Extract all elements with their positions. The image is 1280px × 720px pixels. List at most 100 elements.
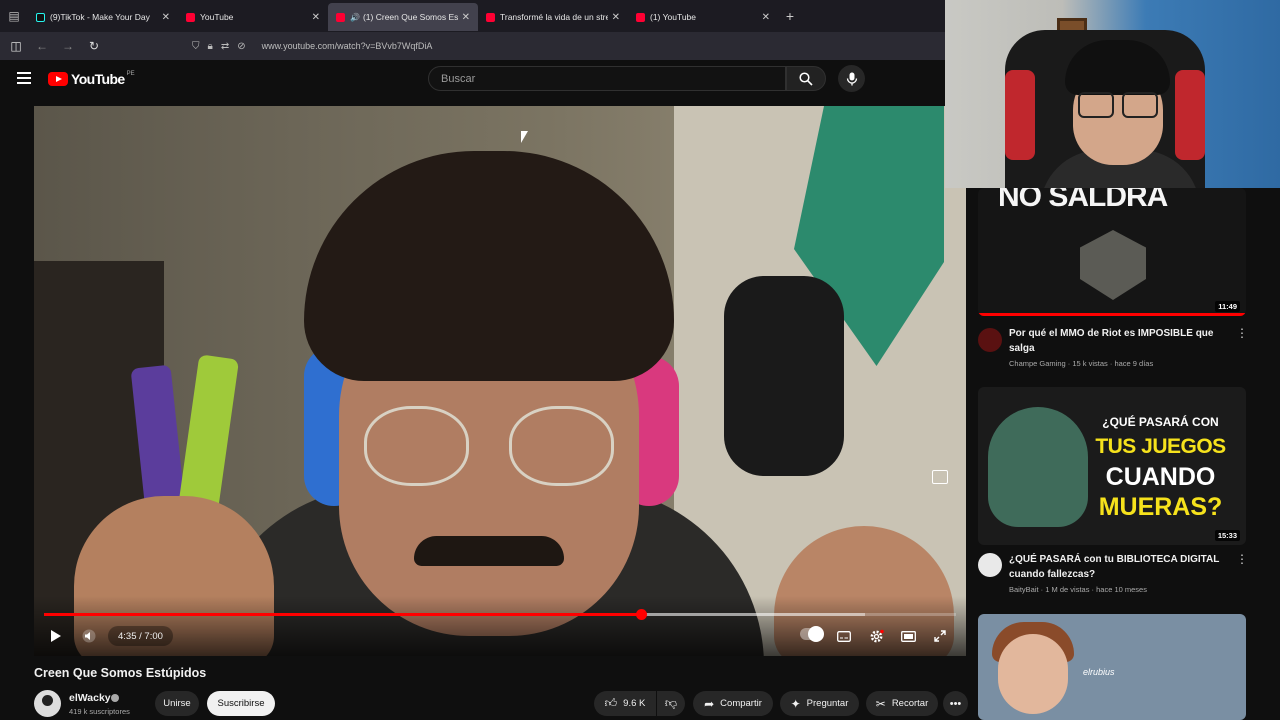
recommendation-item[interactable]: elrubius — [978, 614, 1268, 720]
more-vertical-icon[interactable]: ⋮ — [1236, 552, 1248, 566]
progress-bar[interactable] — [44, 609, 956, 620]
more-actions-button[interactable]: ••• — [943, 691, 968, 716]
forward-arrow-icon[interactable]: → — [60, 38, 76, 54]
search-button[interactable] — [786, 66, 826, 91]
autoplay-toggle[interactable] — [800, 626, 824, 642]
subscriber-count: 419 k suscriptores — [69, 707, 130, 716]
youtube-header: YouTube PE Buscar — [0, 60, 945, 102]
video-frame-glasses — [364, 406, 614, 486]
youtube-icon — [636, 12, 645, 22]
youtube-logo[interactable]: YouTube PE — [48, 71, 135, 87]
lock-icon[interactable]: 🔒︎ — [208, 41, 213, 52]
thumbnail-person-face — [998, 634, 1068, 714]
close-icon[interactable]: ✕ — [312, 12, 320, 23]
browser-tab-youtube[interactable]: YouTube ✕ — [178, 3, 328, 31]
thumbnail-emblem — [1080, 230, 1146, 300]
recommendation-title[interactable]: Por qué el MMO de Riot es IMPOSIBLE que … — [1009, 326, 1234, 356]
shield-icon[interactable]: ⛉ — [192, 41, 200, 52]
sidebar-toggle-icon[interactable]: ◫ — [8, 38, 24, 54]
thumbs-down-icon: 👎︎ — [664, 696, 678, 710]
back-arrow-icon[interactable]: ← — [34, 38, 50, 54]
tab-label: (9)TikTok - Make Your Day — [50, 12, 150, 22]
settings-button[interactable] — [866, 626, 886, 646]
scissors-icon: ✂ — [875, 696, 886, 711]
tab-list-icon[interactable]: ▤ — [0, 0, 28, 32]
recommendation-title[interactable]: ¿QUÉ PASARÁ con tu BIBLIOTECA DIGITAL cu… — [1009, 552, 1234, 582]
volume-button[interactable] — [78, 626, 100, 646]
volume-icon — [82, 629, 96, 643]
reload-icon[interactable]: ↻ — [86, 38, 102, 54]
search-placeholder: Buscar — [441, 73, 476, 85]
video-thumbnail[interactable]: elrubius — [978, 614, 1246, 720]
theater-icon — [900, 630, 916, 642]
screen: ▤ (9)TikTok - Make Your Day ✕ YouTube ✕ … — [0, 0, 1280, 720]
more-vertical-icon[interactable]: ⋮ — [1236, 326, 1248, 340]
share-button[interactable]: ➦ Compartir — [693, 691, 773, 716]
recommendation-item[interactable]: NO SALDRA 11:49 Por qué el MMO de Riot e… — [978, 188, 1268, 378]
thumbnail-skull — [988, 407, 1088, 527]
thumbnail-text: CUANDO — [1105, 463, 1216, 491]
logo-text: YouTube — [71, 71, 125, 87]
video-thumbnail[interactable]: NO SALDRA 11:49 — [978, 188, 1246, 316]
played-bar — [44, 613, 642, 616]
channel-avatar[interactable] — [34, 690, 61, 717]
video-thumbnail[interactable]: ¿QUÉ PASARÁ CON TUS JUEGOS CUANDO MUERAS… — [978, 387, 1246, 545]
controls-gradient — [34, 596, 966, 656]
subtitles-button[interactable] — [834, 626, 854, 646]
dislike-button[interactable]: 👎︎ — [657, 691, 685, 716]
browser-nav-bar: ◫ ← → ↻ ⛉ 🔒︎ ⇄ ⊘ www.youtube.com/watch?v… — [0, 32, 945, 60]
microphone-icon — [846, 72, 857, 85]
channel-name[interactable]: elWacky — [69, 692, 111, 704]
share-icon: ➦ — [704, 696, 715, 711]
voice-search-button[interactable] — [838, 65, 865, 92]
miniplayer-icon[interactable] — [932, 470, 948, 484]
subtitles-icon — [837, 630, 851, 642]
url-security-icons: ⛉ 🔒︎ ⇄ ⊘ — [192, 41, 246, 52]
like-count: 9.6 K — [623, 698, 646, 709]
more-horizontal-icon: ••• — [949, 697, 962, 710]
recommendation-item[interactable]: ¿QUÉ PASARÁ CON TUS JUEGOS CUANDO MUERAS… — [978, 387, 1268, 602]
browser-tab-current-video[interactable]: 🔊 (1) Creen Que Somos Estúp ✕ — [328, 3, 478, 31]
webcam-overlay — [945, 0, 1280, 188]
theater-mode-button[interactable] — [898, 626, 918, 646]
subscribe-button[interactable]: Suscribirse — [207, 691, 275, 716]
fullscreen-icon — [934, 630, 946, 642]
video-frame-mustache — [414, 536, 564, 566]
join-label: Unirse — [163, 698, 191, 709]
permissions-icon[interactable]: ⇄ — [221, 41, 229, 52]
close-icon[interactable]: ✕ — [162, 12, 170, 23]
clip-button[interactable]: ✂ Recortar — [866, 691, 938, 716]
video-player[interactable]: 4:35 / 7:00 — [34, 106, 966, 656]
tab-label: YouTube — [200, 12, 234, 22]
play-button[interactable] — [46, 626, 66, 646]
thumbs-up-icon: 👍︎ — [604, 696, 618, 710]
like-button[interactable]: 👍︎ 9.6 K — [594, 691, 656, 716]
sparkle-icon: ✦ — [790, 696, 801, 711]
speaker-icon[interactable]: 🔊 — [350, 13, 360, 22]
youtube-icon — [186, 12, 195, 22]
channel-avatar[interactable] — [978, 553, 1002, 577]
channel-avatar[interactable] — [978, 328, 1002, 352]
autoplay-blocked-icon[interactable]: ⊘ — [237, 41, 245, 52]
thumbnail-text: elrubius — [1083, 667, 1115, 677]
browser-tab-bar: ▤ (9)TikTok - Make Your Day ✕ YouTube ✕ … — [0, 0, 945, 32]
clip-label: Recortar — [891, 698, 929, 709]
browser-tab-stream-video[interactable]: Transformé la vida de un stream ✕ — [478, 3, 628, 31]
close-icon[interactable]: ✕ — [762, 12, 770, 23]
browser-tab-youtube-home[interactable]: (1) YouTube ✕ — [628, 3, 778, 31]
address-bar[interactable]: www.youtube.com/watch?v=BVvb7WqfDiA — [262, 41, 433, 51]
time-display: 4:35 / 7:00 — [108, 626, 173, 646]
search-input[interactable]: Buscar — [428, 66, 786, 91]
new-tab-button[interactable]: + — [778, 8, 802, 24]
ask-button[interactable]: ✦ Preguntar — [780, 691, 859, 716]
tab-label: (1) Creen Que Somos Estúp — [362, 12, 458, 22]
browser-tab-tiktok[interactable]: (9)TikTok - Make Your Day ✕ — [28, 3, 178, 31]
join-button[interactable]: Unirse — [155, 691, 199, 716]
recommendations-sidebar: NO SALDRA 11:49 Por qué el MMO de Riot e… — [978, 188, 1268, 720]
close-icon[interactable]: ✕ — [462, 12, 470, 23]
fullscreen-button[interactable] — [930, 626, 950, 646]
menu-icon[interactable] — [17, 72, 31, 84]
video-title: Creen Que Somos Estúpidos — [34, 666, 207, 680]
close-icon[interactable]: ✕ — [612, 12, 620, 23]
thumbnail-text: MUERAS? — [1098, 493, 1223, 521]
